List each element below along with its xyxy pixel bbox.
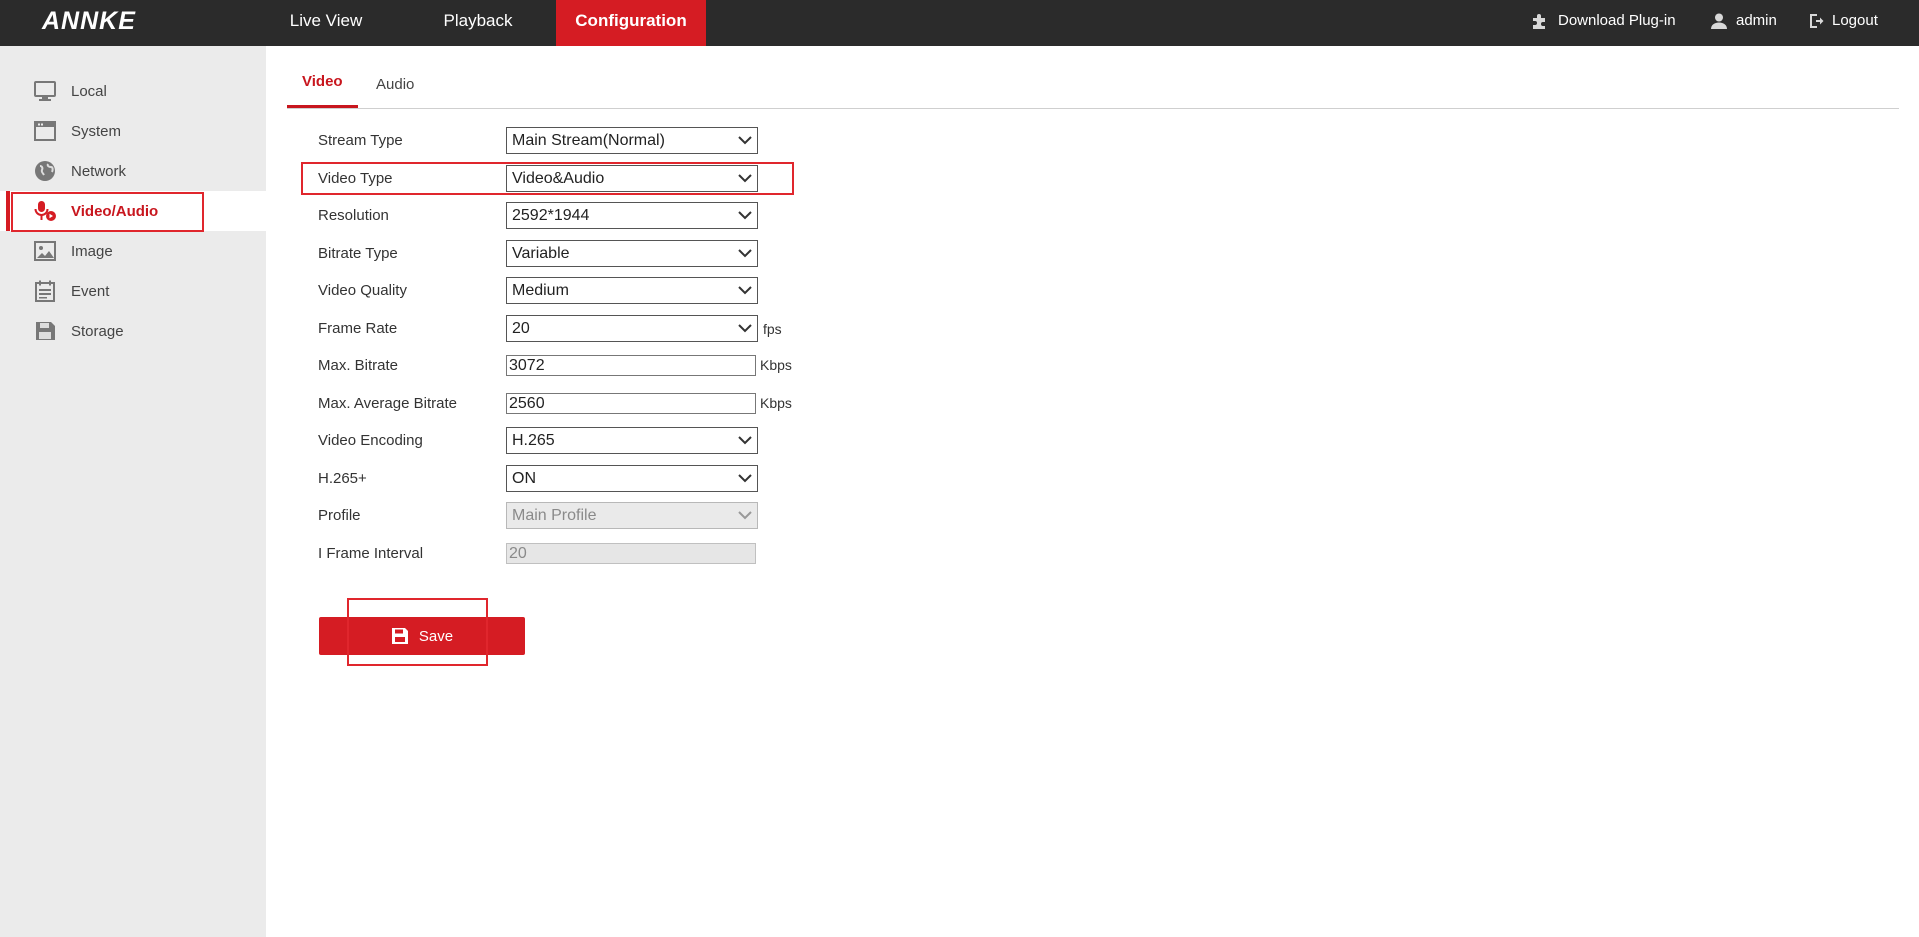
globe-icon	[35, 161, 55, 181]
monitor-icon	[34, 81, 56, 101]
calendar-icon	[35, 280, 55, 302]
nav-configuration[interactable]: Configuration	[556, 0, 706, 46]
bitrate-type-label: Bitrate Type	[318, 245, 398, 262]
sidebar-item-local[interactable]: Local	[0, 71, 266, 111]
chevron-down-icon	[738, 211, 752, 220]
chevron-down-icon	[738, 249, 752, 258]
frame-rate-label: Frame Rate	[318, 320, 398, 337]
resolution-select[interactable]: 2592*1944	[506, 202, 758, 229]
sidebar-item-label: Local	[71, 82, 107, 100]
tab-divider	[287, 108, 1899, 109]
sidebar-item-storage[interactable]: Storage	[0, 311, 266, 351]
logout-icon	[1810, 14, 1824, 28]
logout-link[interactable]: Logout	[1808, 0, 1878, 42]
logout-label: Logout	[1832, 12, 1878, 29]
frame-rate-unit: fps	[763, 321, 782, 337]
h265plus-value: ON	[512, 470, 536, 487]
chevron-down-icon	[738, 174, 752, 183]
video-quality-label: Video Quality	[318, 282, 407, 299]
annke-logo: ANNKE	[42, 7, 136, 35]
video-encoding-label: Video Encoding	[318, 432, 423, 449]
sidebar-item-image[interactable]: Image	[0, 231, 266, 271]
max-avg-bitrate-label: Max. Average Bitrate	[318, 395, 457, 412]
image-icon	[34, 241, 56, 261]
video-type-value: Video&Audio	[512, 170, 605, 187]
nav-playback[interactable]: Playback	[430, 0, 526, 46]
stream-type-select[interactable]: Main Stream(Normal)	[506, 127, 758, 154]
sidebar-item-label: Video/Audio	[71, 202, 159, 220]
i-frame-interval-input: 20	[506, 543, 756, 564]
sidebar-item-system[interactable]: System	[0, 111, 266, 151]
sidebar-item-label: Network	[71, 162, 127, 180]
frame-rate-value: 20	[512, 320, 530, 337]
stream-type-value: Main Stream(Normal)	[512, 132, 665, 149]
username-label: admin	[1736, 12, 1777, 29]
h265plus-label: H.265+	[318, 470, 367, 487]
bitrate-type-value: Variable	[512, 245, 570, 262]
video-type-label: Video Type	[318, 170, 393, 187]
floppy-disk-icon	[36, 322, 55, 340]
top-bar: ANNKE Live View Playback Configuration D…	[0, 0, 1919, 46]
max-bitrate-unit: Kbps	[760, 357, 792, 373]
chevron-down-icon	[738, 136, 752, 145]
nav-live-view[interactable]: Live View	[272, 0, 380, 46]
microphone-icon	[34, 201, 56, 221]
user-icon	[1711, 13, 1727, 29]
video-quality-select[interactable]: Medium	[506, 277, 758, 304]
profile-select: Main Profile	[506, 502, 758, 529]
download-plugin-label: Download Plug-in	[1558, 12, 1676, 29]
floppy-disk-icon	[391, 628, 408, 644]
chevron-down-icon	[738, 511, 752, 520]
puzzle-icon	[1533, 14, 1545, 29]
profile-value: Main Profile	[512, 507, 597, 524]
sidebar-item-network[interactable]: Network	[0, 151, 266, 191]
resolution-label: Resolution	[318, 207, 389, 224]
sidebar-item-video-audio[interactable]: Video/Audio	[0, 191, 266, 231]
max-avg-bitrate-unit: Kbps	[760, 395, 792, 411]
resolution-value: 2592*1944	[512, 207, 590, 224]
chevron-down-icon	[738, 436, 752, 445]
sidebar-item-label: System	[71, 122, 122, 140]
sidebar-item-label: Storage	[71, 322, 124, 340]
max-bitrate-input[interactable]: 3072	[506, 355, 756, 376]
chevron-down-icon	[738, 286, 752, 295]
profile-label: Profile	[318, 507, 361, 524]
download-plugin-link[interactable]: Download Plug-in	[1530, 0, 1676, 42]
sidebar-item-label: Image	[71, 242, 113, 260]
video-type-select[interactable]: Video&Audio	[506, 165, 758, 192]
stream-type-label: Stream Type	[318, 132, 403, 149]
video-quality-value: Medium	[512, 282, 569, 299]
frame-rate-select[interactable]: 20	[506, 315, 758, 342]
system-window-icon	[34, 121, 56, 141]
i-frame-interval-label: I Frame Interval	[318, 545, 424, 562]
video-encoding-select[interactable]: H.265	[506, 427, 758, 454]
h265plus-select[interactable]: ON	[506, 465, 758, 492]
bitrate-type-select[interactable]: Variable	[506, 240, 758, 267]
user-menu[interactable]: admin	[1710, 0, 1777, 42]
save-button-label: Save	[418, 627, 454, 645]
chevron-down-icon	[738, 474, 752, 483]
save-button[interactable]: Save	[319, 617, 525, 655]
sidebar: Local System Network Video/Audio Image E…	[0, 46, 266, 937]
tab-video[interactable]: Video	[302, 73, 343, 90]
sidebar-item-event[interactable]: Event	[0, 271, 266, 311]
max-avg-bitrate-input[interactable]: 2560	[506, 393, 756, 414]
sidebar-item-label: Event	[71, 282, 110, 300]
chevron-down-icon	[738, 324, 752, 333]
max-bitrate-label: Max. Bitrate	[318, 357, 399, 374]
tab-audio[interactable]: Audio	[376, 76, 414, 93]
video-encoding-value: H.265	[512, 432, 555, 449]
